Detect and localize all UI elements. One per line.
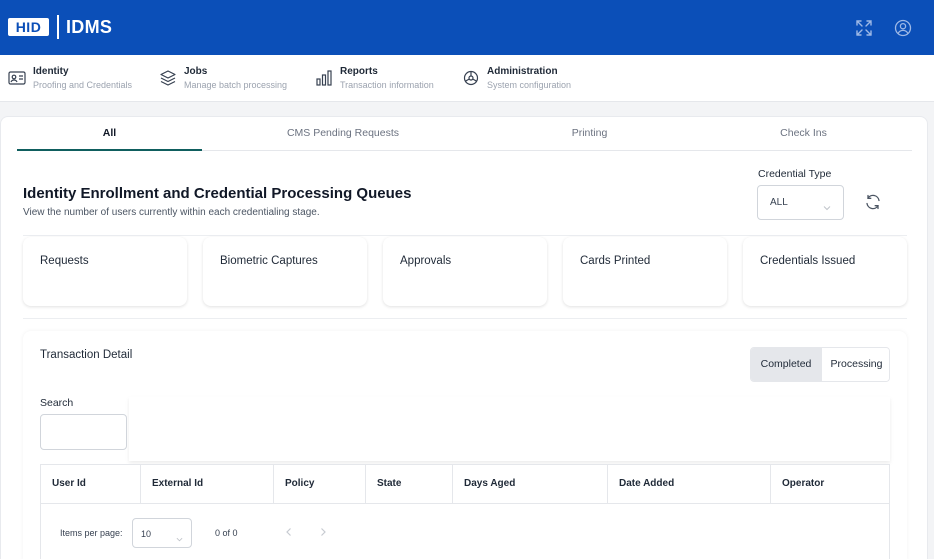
transaction-detail-title: Transaction Detail bbox=[40, 349, 133, 361]
column-header-external-id[interactable]: External Id bbox=[141, 465, 274, 503]
chevron-right-icon[interactable] bbox=[316, 525, 330, 539]
id-card-icon bbox=[8, 69, 26, 87]
search-label: Search bbox=[40, 397, 74, 409]
divider bbox=[23, 318, 907, 319]
queue-card-approvals[interactable]: Approvals bbox=[383, 237, 547, 306]
table-paginator: Items per page: 10 0 of 0 bbox=[40, 504, 890, 559]
nav-item-jobs[interactable]: Jobs Manage batch processing bbox=[159, 65, 299, 93]
transaction-detail-panel: Transaction Detail Completed Processing … bbox=[23, 331, 907, 559]
nav-item-title: Reports bbox=[340, 66, 378, 77]
table-header: User Id External Id Policy State Days Ag… bbox=[40, 464, 890, 504]
app-name: IDMS bbox=[66, 17, 113, 37]
page-subtitle: View the number of users currently withi… bbox=[23, 207, 320, 218]
refresh-icon[interactable] bbox=[864, 193, 882, 211]
table-toolbar bbox=[129, 397, 890, 461]
nav-item-administration[interactable]: Administration System configuration bbox=[462, 65, 582, 93]
column-header-days-aged[interactable]: Days Aged bbox=[453, 465, 608, 503]
hid-logo: HID bbox=[8, 18, 49, 36]
nav-item-subtitle: Manage batch processing bbox=[184, 80, 288, 90]
queue-card-biometric-captures[interactable]: Biometric Captures bbox=[203, 237, 367, 306]
credential-type-select[interactable]: ALL bbox=[757, 185, 844, 220]
logo-separator bbox=[57, 15, 59, 39]
queue-card-requests[interactable]: Requests bbox=[23, 237, 187, 306]
search-input[interactable] bbox=[40, 414, 127, 450]
items-per-page-value: 10 bbox=[141, 529, 152, 539]
layers-icon bbox=[159, 69, 177, 87]
main-content-card: All CMS Pending Requests Printing Check … bbox=[0, 116, 928, 559]
divider bbox=[23, 235, 907, 236]
chevron-down-icon bbox=[176, 530, 183, 542]
page-range: 0 of 0 bbox=[215, 528, 238, 538]
settings-wheel-icon bbox=[462, 69, 480, 87]
bar-chart-icon bbox=[315, 69, 333, 87]
items-per-page-label: Items per page: bbox=[60, 528, 123, 538]
column-header-user-id[interactable]: User Id bbox=[41, 465, 141, 503]
tab-all[interactable]: All bbox=[17, 117, 202, 151]
nav-item-subtitle: Proofing and Credentials bbox=[33, 80, 133, 90]
credential-type-label: Credential Type bbox=[758, 168, 832, 180]
status-toggle: Completed Processing bbox=[750, 347, 890, 382]
credential-type-value: ALL bbox=[770, 197, 788, 208]
chevron-left-icon[interactable] bbox=[282, 525, 296, 539]
column-header-policy[interactable]: Policy bbox=[274, 465, 366, 503]
main-navigation: Identity Proofing and Credentials Jobs M… bbox=[0, 55, 934, 102]
column-header-date-added[interactable]: Date Added bbox=[608, 465, 771, 503]
column-header-operator[interactable]: Operator bbox=[771, 465, 889, 503]
completed-toggle-button[interactable]: Completed bbox=[751, 348, 821, 381]
queue-card-label: Cards Printed bbox=[580, 255, 651, 267]
nav-item-subtitle: Transaction information bbox=[340, 80, 434, 90]
user-account-icon[interactable] bbox=[894, 19, 912, 37]
nav-item-title: Identity bbox=[33, 66, 69, 77]
queue-card-label: Approvals bbox=[400, 255, 452, 267]
queue-card-label: Biometric Captures bbox=[220, 255, 318, 267]
page-title: Identity Enrollment and Credential Proce… bbox=[23, 185, 412, 202]
queue-card-cards-printed[interactable]: Cards Printed bbox=[563, 237, 727, 306]
items-per-page-select[interactable]: 10 bbox=[132, 518, 192, 548]
column-header-state[interactable]: State bbox=[366, 465, 453, 503]
queue-card-credentials-issued[interactable]: Credentials Issued bbox=[743, 237, 907, 306]
tab-printing[interactable]: Printing bbox=[497, 117, 682, 151]
queue-card-label: Requests bbox=[40, 255, 89, 267]
fullscreen-icon[interactable] bbox=[855, 19, 873, 37]
queue-card-label: Credentials Issued bbox=[760, 255, 856, 267]
tab-check-ins[interactable]: Check Ins bbox=[711, 117, 896, 151]
processing-toggle-button[interactable]: Processing bbox=[821, 348, 889, 381]
logo-text: HID bbox=[15, 19, 42, 35]
app-header: HID IDMS bbox=[0, 0, 934, 55]
chevron-down-icon bbox=[823, 199, 831, 211]
nav-item-title: Jobs bbox=[184, 66, 208, 77]
nav-item-reports[interactable]: Reports Transaction information bbox=[315, 65, 445, 93]
nav-item-identity[interactable]: Identity Proofing and Credentials bbox=[8, 65, 143, 93]
queue-tabs: All CMS Pending Requests Printing Check … bbox=[17, 117, 912, 151]
nav-item-title: Administration bbox=[487, 66, 558, 77]
tab-cms-pending-requests[interactable]: CMS Pending Requests bbox=[252, 117, 434, 151]
nav-item-subtitle: System configuration bbox=[487, 80, 572, 90]
